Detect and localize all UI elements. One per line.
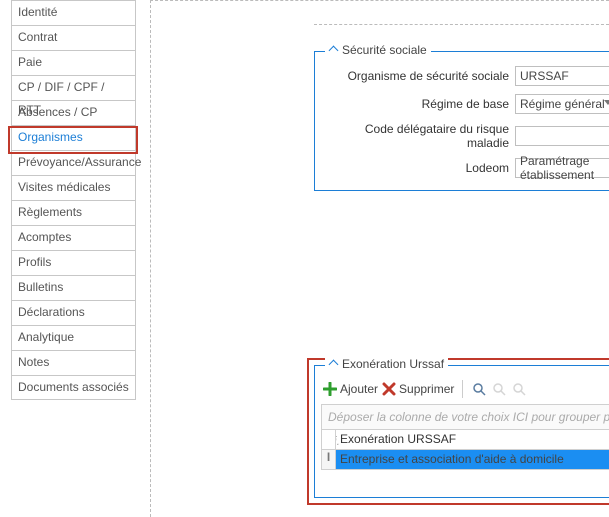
sidebar-item-paie[interactable]: Paie	[11, 50, 136, 75]
zoom-icon[interactable]	[471, 381, 487, 397]
chevron-up-icon	[329, 359, 338, 368]
separator	[462, 380, 463, 398]
organisme-label: Organisme de sécurité sociale	[325, 69, 515, 83]
plus-icon	[323, 382, 337, 396]
lodeom-combo[interactable]: Paramétrage établissement	[515, 158, 609, 178]
zoom-icon-disabled	[491, 381, 507, 397]
organisme-combo[interactable]: URSSAF	[515, 66, 609, 86]
group-drop-area[interactable]: Déposer la colonne de votre choix ICI po…	[321, 404, 609, 430]
exoneration-toolbar: Ajouter Supprimer	[321, 378, 609, 404]
delegataire-label: Code délégataire du risque maladie	[325, 122, 515, 150]
regime-combo[interactable]: Régime général	[515, 94, 609, 114]
chevron-up-icon	[329, 45, 338, 54]
sidebar-item-profils[interactable]: Profils	[11, 250, 136, 275]
grid-header: Exonération URSSAF	[321, 430, 609, 450]
sidebar-item-cp-dif-cpf-rtt[interactable]: CP / DIF / CPF / RTT	[11, 75, 136, 100]
sidebar-item-identit-[interactable]: Identité	[11, 0, 136, 25]
regime-label: Régime de base	[325, 97, 515, 111]
grid-row[interactable]: I Entreprise et association d'aide à dom…	[321, 450, 609, 470]
exoneration-value-cell[interactable]: Entreprise et association d'aide à domic…	[336, 450, 609, 469]
securite-sociale-fieldset: Sécurité sociale Organisme de sécurité s…	[314, 51, 609, 191]
sidebar-item-pr-voyance-assurance[interactable]: Prévoyance/Assurance	[11, 150, 136, 175]
column-header[interactable]: Exonération URSSAF	[336, 430, 609, 449]
securite-sociale-legend[interactable]: Sécurité sociale	[325, 43, 431, 57]
exoneration-fieldset: Exonération Urssaf Ajouter Supprimer Dép…	[314, 365, 609, 498]
securite-sociale-title: Sécurité sociale	[342, 43, 427, 57]
exoneration-legend[interactable]: Exonération Urssaf	[325, 357, 448, 371]
separator	[314, 24, 609, 25]
sidebar-item-notes[interactable]: Notes	[11, 350, 136, 375]
x-icon	[382, 382, 396, 396]
sidebar-item-visites-m-dicales[interactable]: Visites médicales	[11, 175, 136, 200]
zoom-icon-disabled	[511, 381, 527, 397]
sidebar-item-absences-cp[interactable]: Absences / CP	[11, 100, 136, 125]
delegataire-combo[interactable]	[515, 126, 609, 146]
sidebar-item-documents-associ-s[interactable]: Documents associés	[11, 375, 136, 400]
lodeom-label: Lodeom	[325, 161, 515, 175]
row-header-cell	[322, 430, 336, 449]
exoneration-highlight: Exonération Urssaf Ajouter Supprimer Dép…	[307, 358, 609, 505]
sidebar: IdentitéContratPaieCP / DIF / CPF / RTTA…	[11, 0, 136, 400]
sidebar-item-organismes[interactable]: Organismes	[11, 125, 136, 150]
row-indicator: I	[322, 450, 336, 469]
sidebar-item-r-glements[interactable]: Règlements	[11, 200, 136, 225]
content-pane: Sécurité sociale Organisme de sécurité s…	[150, 0, 609, 517]
sidebar-item-acomptes[interactable]: Acomptes	[11, 225, 136, 250]
sidebar-item-analytique[interactable]: Analytique	[11, 325, 136, 350]
sidebar-item-contrat[interactable]: Contrat	[11, 25, 136, 50]
sidebar-item-d-clarations[interactable]: Déclarations	[11, 300, 136, 325]
chevron-down-icon	[604, 100, 609, 105]
add-button[interactable]: Ajouter	[323, 382, 378, 396]
delete-button[interactable]: Supprimer	[382, 382, 454, 396]
sidebar-item-bulletins[interactable]: Bulletins	[11, 275, 136, 300]
